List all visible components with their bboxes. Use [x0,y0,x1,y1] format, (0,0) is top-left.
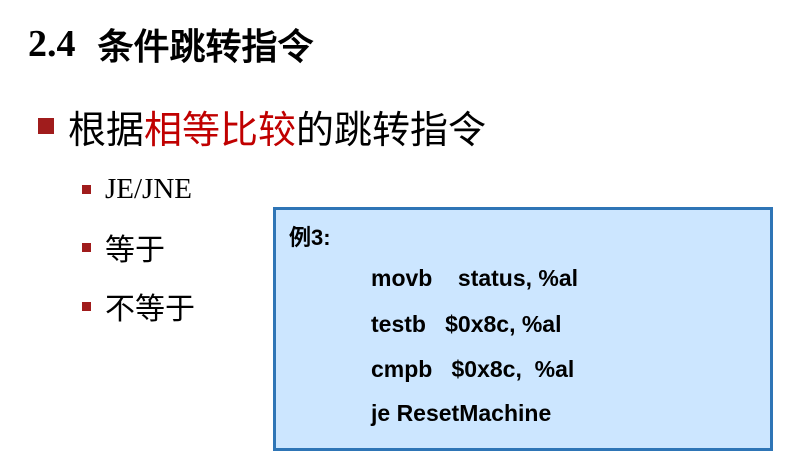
small-square-bullet-icon [82,184,91,194]
section-number: 2.4 [28,23,76,65]
main-bullet-prefix: 根据 [68,107,145,152]
code-line: testb $0x8c, %al [371,311,562,337]
code-line: cmpb $0x8c, %al [371,356,575,382]
sub-bullet-text: 等于 [105,233,165,268]
main-bullet-suffix: 的跳转指令 [296,107,487,152]
sub-bullet: JE/JNE [82,170,192,208]
code-line: je ResetMachine [371,400,552,426]
sub-bullet-text: 不等于 [105,292,195,327]
small-square-bullet-icon [82,301,91,311]
example-code-box: 例3: movb status, %al testb $0x8c, %al cm… [273,207,773,451]
square-bullet-icon [38,118,54,134]
slide-title: 2.4 条件跳转指令 [28,14,314,74]
sub-bullet: 不等于 [82,285,195,327]
main-bullet: 根据 相等比较 的跳转指令 [38,96,486,156]
sub-bullet-text: JE/JNE [105,172,192,205]
example-label: 例3: [289,225,331,250]
main-bullet-highlight: 相等比较 [144,107,297,152]
code-line: movb status, %al [371,265,579,291]
small-square-bullet-icon [82,242,91,252]
section-title: 条件跳转指令 [97,27,314,68]
sub-bullet: 等于 [82,226,165,268]
